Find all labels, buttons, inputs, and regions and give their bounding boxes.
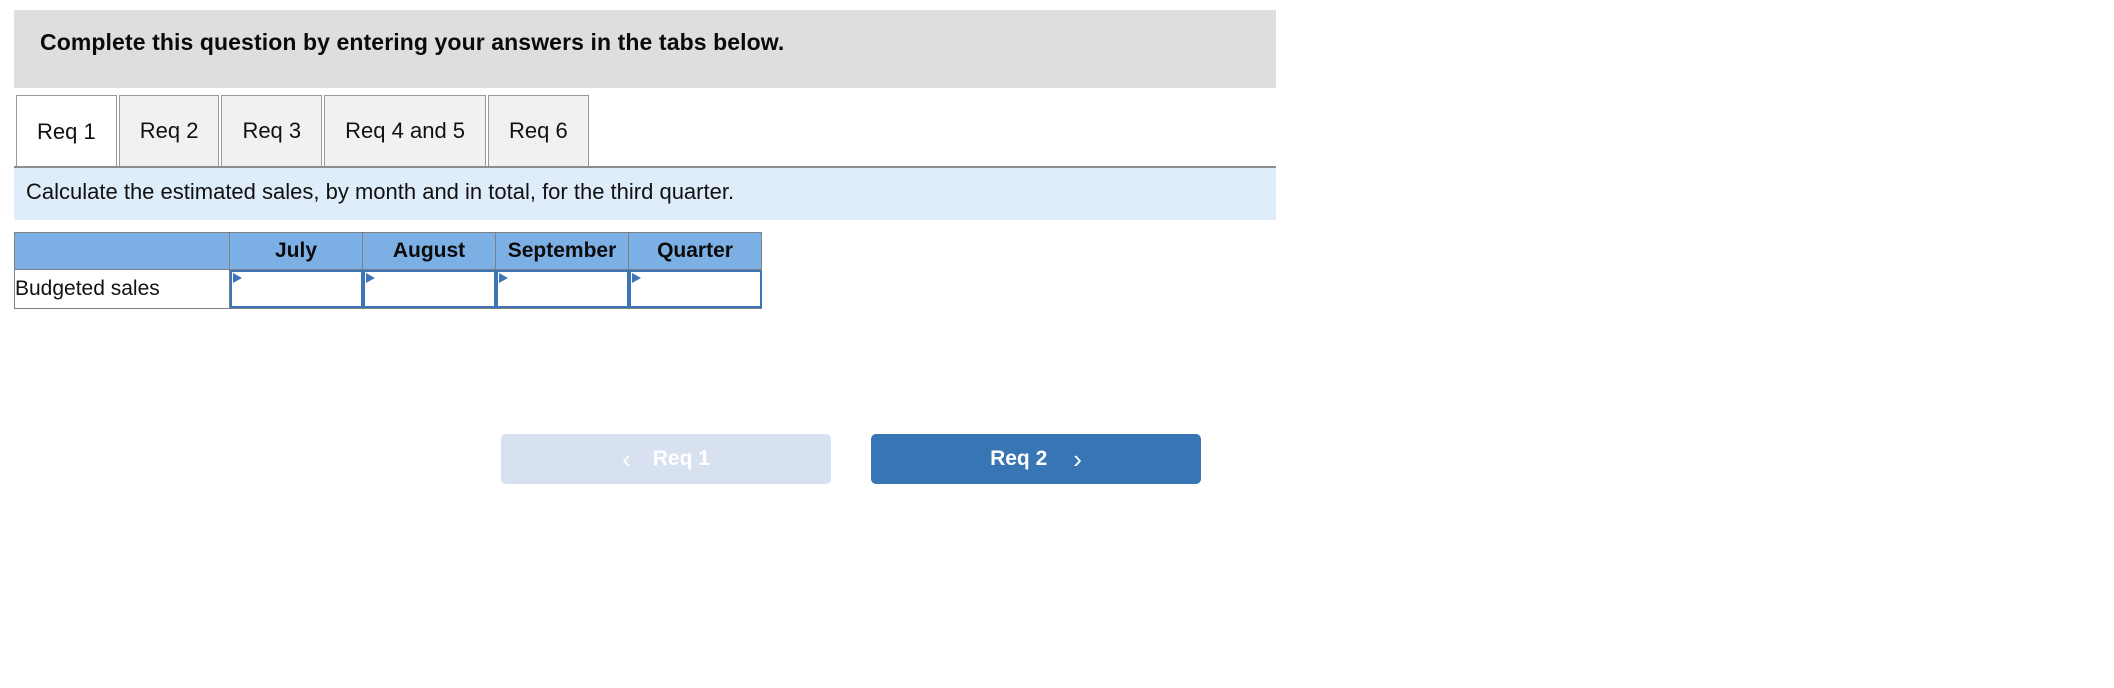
budgeted-sales-table: July August September Quarter Budgeted s… [14,232,762,309]
input-budgeted-sales-september[interactable] [496,270,629,308]
question-header-text: Complete this question by entering your … [40,29,785,55]
requirement-banner: Calculate the estimated sales, by month … [14,168,1276,220]
cell-marker-icon [366,273,375,283]
cell-budgeted-sales-september[interactable] [495,269,629,309]
cell-budgeted-sales-august[interactable] [362,269,496,309]
column-header-july: July [229,232,363,270]
input-budgeted-sales-august[interactable] [363,270,496,308]
column-header-august: August [362,232,496,270]
tab-req-6[interactable]: Req 6 [488,95,589,167]
prev-requirement-label: Req 1 [652,447,710,470]
next-requirement-label: Req 2 [990,447,1048,470]
tab-req-6-label: Req 6 [509,118,568,143]
row-label-budgeted-sales: Budgeted sales [14,269,230,309]
requirement-tabs: Req 1 Req 2 Req 3 Req 4 and 5 Req 6 [16,95,591,169]
column-header-september: September [495,232,629,270]
tab-req-3[interactable]: Req 3 [221,95,323,167]
chevron-left-icon: ‹ [622,444,631,474]
cell-budgeted-sales-quarter[interactable] [628,269,762,309]
chevron-right-icon: › [1073,444,1082,474]
input-budgeted-sales-july[interactable] [230,270,363,308]
cell-marker-icon [632,273,641,283]
tab-req-4-and-5-label: Req 4 and 5 [345,118,466,143]
tab-req-2-label: Req 2 [139,118,199,143]
column-header-blank [14,232,230,270]
requirement-text: Calculate the estimated sales, by month … [26,179,735,204]
tab-req-4-and-5[interactable]: Req 4 and 5 [324,95,487,167]
tab-req-3-label: Req 3 [242,118,302,143]
cell-marker-icon [233,273,242,283]
column-header-quarter: Quarter [628,232,762,270]
table-row: Budgeted sales [14,269,762,309]
input-budgeted-sales-quarter[interactable] [629,270,762,308]
cell-budgeted-sales-july[interactable] [229,269,363,309]
tab-req-1[interactable]: Req 1 [16,95,117,169]
cell-marker-icon [499,273,508,283]
tab-req-2[interactable]: Req 2 [118,95,220,167]
question-panel: Complete this question by entering your … [0,0,2114,688]
tab-req-1-label: Req 1 [37,119,96,144]
table-header-row: July August September Quarter [14,232,762,270]
navigation-buttons: ‹ Req 1 Req 2 › [501,434,1201,484]
question-header: Complete this question by entering your … [14,10,1276,88]
prev-requirement-button[interactable]: ‹ Req 1 [501,434,831,484]
next-requirement-button[interactable]: Req 2 › [871,434,1201,484]
